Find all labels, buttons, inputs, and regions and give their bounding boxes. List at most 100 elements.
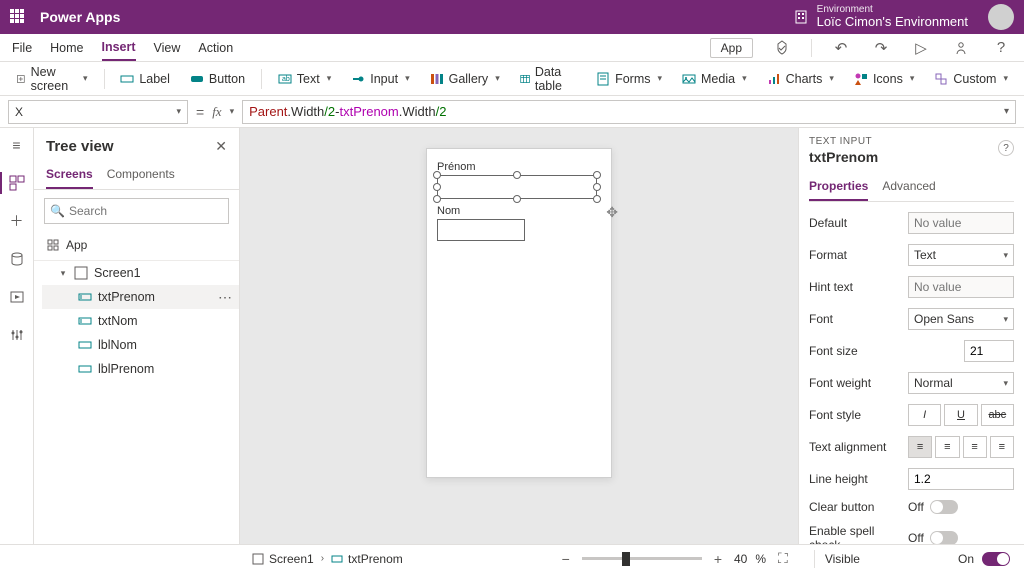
tree-screen1[interactable]: ▾ Screen1 (42, 261, 239, 285)
text-menu[interactable]: abText▾ (270, 68, 339, 90)
tree-item-txtprenom[interactable]: txtPrenom ⋯ (42, 285, 239, 309)
textinput-icon (78, 314, 92, 328)
tree-search[interactable]: 🔍 (44, 198, 229, 224)
prop-font-select[interactable]: Open Sans▾ (908, 308, 1014, 330)
icons-menu[interactable]: Icons▾ (846, 68, 922, 90)
prop-default-input[interactable] (908, 212, 1014, 234)
align-left-button[interactable]: ≡ (908, 436, 932, 458)
underline-button[interactable]: U (944, 404, 977, 426)
tree-item-txtnom[interactable]: txtNom (42, 309, 239, 333)
tab-screens[interactable]: Screens (46, 161, 93, 189)
environment-picker[interactable]: Environment Loïc Cimon's Environment (783, 4, 978, 29)
help-icon[interactable]: ? (998, 140, 1014, 156)
label-button[interactable]: Label (112, 68, 178, 90)
resize-handle[interactable] (433, 183, 441, 191)
tab-properties[interactable]: Properties (809, 173, 868, 201)
prop-format-select[interactable]: Text▾ (908, 244, 1014, 266)
app-checker-icon[interactable] (771, 37, 793, 59)
hamburger-icon[interactable]: ≡ (6, 134, 28, 156)
canvas-label-nom[interactable]: Nom (437, 205, 601, 217)
prop-hint-input[interactable] (908, 276, 1014, 298)
add-icon[interactable]: ＋ (6, 210, 28, 232)
prop-label: Visible (825, 552, 860, 566)
spell-toggle[interactable] (930, 531, 958, 544)
chevron-down-icon: ▾ (829, 73, 834, 84)
prop-fontweight-select[interactable]: Normal▾ (908, 372, 1014, 394)
selected-textinput[interactable]: ✥ (437, 175, 597, 199)
resize-handle[interactable] (513, 195, 521, 203)
move-icon[interactable]: ✥ (606, 204, 618, 221)
datatable-button[interactable]: Data table (512, 61, 584, 97)
svg-text:ab: ab (282, 76, 290, 83)
tab-advanced[interactable]: Advanced (882, 173, 935, 201)
custom-menu[interactable]: Custom▾ (926, 68, 1016, 90)
zoom-out-button[interactable]: − (558, 551, 574, 567)
menu-file[interactable]: File (12, 36, 32, 60)
expand-formula-icon[interactable]: ▾ (1004, 106, 1009, 117)
resize-handle[interactable] (433, 171, 441, 179)
tree-item-lblprenom[interactable]: lblPrenom (42, 357, 239, 381)
gallery-menu[interactable]: Gallery▾ (422, 68, 508, 90)
button-button[interactable]: Button (182, 68, 253, 90)
properties-panel: TEXT INPUT txtPrenom ? Properties Advanc… (798, 128, 1024, 544)
data-icon[interactable] (6, 248, 28, 270)
waffle-icon[interactable] (10, 9, 26, 25)
chevron-down-icon: ▾ (1003, 314, 1008, 325)
align-right-button[interactable]: ≡ (963, 436, 987, 458)
media-panel-icon[interactable] (6, 286, 28, 308)
prop-lineheight-input[interactable] (908, 468, 1014, 490)
more-icon[interactable]: ⋯ (218, 289, 233, 306)
play-icon[interactable]: ▷ (910, 37, 932, 59)
avatar[interactable] (988, 4, 1014, 30)
zoom-in-button[interactable]: + (710, 551, 726, 567)
close-icon[interactable]: ✕ (215, 138, 227, 155)
tree-view-icon[interactable] (0, 172, 32, 194)
app-node[interactable]: App (34, 232, 239, 261)
media-menu[interactable]: Media▾ (674, 68, 755, 90)
align-justify-button[interactable]: ≡ (990, 436, 1014, 458)
env-name: Loïc Cimon's Environment (817, 15, 968, 29)
resize-handle[interactable] (593, 195, 601, 203)
formula-input[interactable]: Parent.Width/2 - txtPrenom.Width/2 ▾ (242, 100, 1016, 124)
search-input[interactable] (44, 198, 229, 224)
menu-view[interactable]: View (154, 36, 181, 60)
align-center-button[interactable]: ≡ (935, 436, 959, 458)
input-menu[interactable]: Input▾ (343, 68, 417, 90)
breadcrumb[interactable]: Screen1 › txtPrenom (252, 552, 403, 566)
clear-toggle[interactable] (930, 500, 958, 514)
visible-toggle[interactable] (982, 552, 1010, 566)
main-workspace: ≡ ＋ Tree view ✕ Screens Components 🔍 App… (0, 128, 1024, 544)
undo-icon[interactable]: ↶ (830, 37, 852, 59)
phone-screen[interactable]: Prénom ✥ Nom (426, 148, 612, 478)
resize-handle[interactable] (433, 195, 441, 203)
menu-home[interactable]: Home (50, 36, 83, 60)
menu-action[interactable]: Action (198, 36, 233, 60)
prop-fontsize-input[interactable] (964, 340, 1014, 362)
zoom-thumb[interactable] (622, 552, 630, 566)
strike-button[interactable]: abc (981, 404, 1014, 426)
share-icon[interactable] (950, 37, 972, 59)
charts-menu[interactable]: Charts▾ (759, 68, 842, 90)
resize-handle[interactable] (593, 183, 601, 191)
tools-icon[interactable] (6, 324, 28, 346)
chevron-down-icon[interactable]: ▾ (58, 268, 68, 279)
app-button[interactable]: App (710, 38, 753, 58)
forms-menu[interactable]: Forms▾ (588, 68, 670, 90)
design-canvas[interactable]: Prénom ✥ Nom (240, 128, 798, 544)
resize-handle[interactable] (513, 171, 521, 179)
italic-button[interactable]: I (908, 404, 941, 426)
new-screen-button[interactable]: New screen▾ (8, 61, 96, 97)
resize-handle[interactable] (593, 171, 601, 179)
tree-item-label: txtPrenom (98, 290, 155, 304)
chevron-down-icon[interactable]: ▾ (230, 106, 235, 117)
zoom-slider[interactable] (582, 557, 702, 560)
help-icon[interactable]: ? (990, 37, 1012, 59)
canvas-textinput-nom[interactable] (437, 219, 525, 241)
redo-icon[interactable]: ↷ (870, 37, 892, 59)
property-selector[interactable]: X▾ (8, 100, 188, 124)
chevron-down-icon: ▾ (1003, 250, 1008, 261)
tree-item-lblnom[interactable]: lblNom (42, 333, 239, 357)
menu-insert[interactable]: Insert (102, 35, 136, 61)
fit-screen-icon[interactable]: ⛶ (774, 550, 792, 567)
tab-components[interactable]: Components (107, 161, 175, 189)
